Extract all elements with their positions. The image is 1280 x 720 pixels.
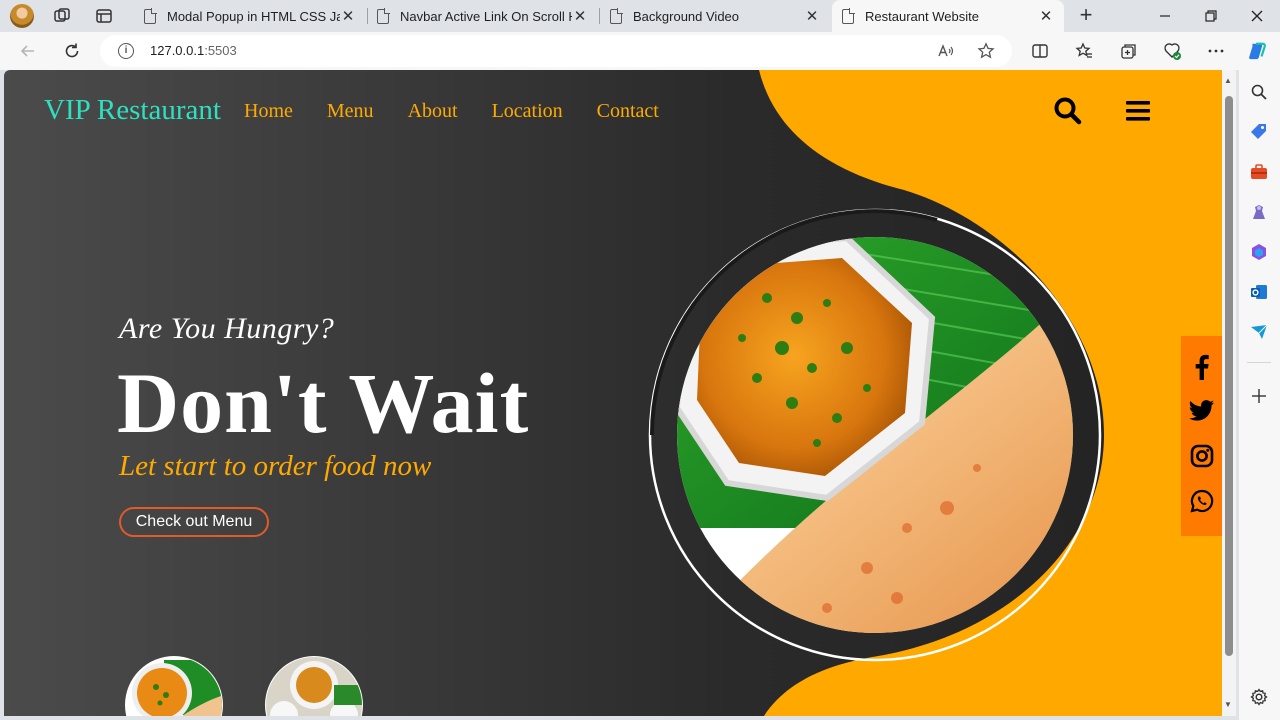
workspaces-icon[interactable] [52,6,72,26]
close-window-button[interactable] [1234,0,1280,32]
hero-tagline: Are You Hungry? [119,312,335,345]
collections-icon[interactable] [1118,41,1138,61]
main-nav: Home Menu About Location Contact [244,100,693,123]
sidebar-settings-gear-icon[interactable] [1249,687,1269,707]
close-tab-icon[interactable]: ✕ [1038,7,1054,25]
food-thumbnail-2[interactable] [264,655,364,716]
scrollbar-thumb[interactable] [1225,96,1233,656]
browser-tab-strip: Modal Popup in HTML CSS Java ✕ Navbar Ac… [0,0,1280,32]
address-bar[interactable]: i 127.0.0.1:5503 [100,35,1012,67]
page-scrollbar[interactable]: ▲ ▼ [1222,70,1236,716]
page-icon [610,7,623,24]
whatsapp-icon[interactable] [1189,488,1215,514]
check-out-menu-button[interactable]: Check out Menu [119,507,269,537]
add-sidebar-app-icon[interactable] [1249,386,1269,406]
games-icon[interactable] [1249,202,1269,222]
social-sidebar [1181,336,1222,536]
tab-background-video[interactable]: Background Video ✕ [600,0,830,32]
search-icon[interactable] [1249,82,1269,102]
favorite-star-icon[interactable] [976,41,996,61]
page-icon [377,7,390,24]
refresh-icon[interactable] [62,41,82,61]
restore-button[interactable] [1188,0,1234,32]
tab-title: Modal Popup in HTML CSS Java [167,8,340,24]
tools-briefcase-icon[interactable] [1249,162,1269,182]
search-icon[interactable] [1051,94,1085,128]
hero-subline: Let start to order food now [119,450,432,482]
close-tab-icon[interactable]: ✕ [572,7,588,25]
page-icon [144,7,157,24]
nav-link-menu[interactable]: Menu [327,100,374,123]
tab-title: Navbar Active Link On Scroll HT [400,8,572,24]
read-aloud-icon[interactable] [936,41,956,61]
nav-link-about[interactable]: About [408,100,458,123]
url-text[interactable]: 127.0.0.1:5503 [150,43,237,58]
outlook-icon[interactable] [1249,282,1269,302]
hero-food-image [648,208,1102,662]
profile-avatar[interactable] [10,4,34,28]
facebook-icon[interactable] [1189,354,1215,380]
instagram-icon[interactable] [1189,443,1215,469]
close-tab-icon[interactable]: ✕ [804,7,820,25]
tab-title: Restaurant Website [865,8,979,24]
nav-link-contact[interactable]: Contact [597,100,659,123]
tab-restaurant-website[interactable]: Restaurant Website ✕ [832,0,1064,32]
page-icon [842,7,855,24]
send-paper-plane-icon[interactable] [1249,322,1269,342]
back-arrow-icon[interactable] [18,41,38,61]
vertical-tabs-icon[interactable] [94,6,114,26]
tab-title: Background Video [633,8,740,24]
nav-link-home[interactable]: Home [244,100,293,123]
nav-link-location[interactable]: Location [492,100,563,123]
copilot-icon[interactable] [1247,41,1267,61]
site-info-icon[interactable]: i [118,43,134,59]
split-screen-icon[interactable] [1030,41,1050,61]
web-page: VIP Restaurant Home Menu About Location … [4,70,1222,716]
shopping-tag-icon[interactable] [1249,122,1269,142]
microsoft-365-icon[interactable] [1249,242,1269,262]
brand-logo[interactable]: VIP Restaurant [44,94,221,127]
more-options-icon[interactable] [1206,41,1226,61]
edge-sidebar [1238,70,1280,720]
new-tab-button[interactable]: + [1074,4,1098,28]
tab-navbar-active-link[interactable]: Navbar Active Link On Scroll HT ✕ [367,0,598,32]
food-thumbnail-1[interactable] [124,655,224,716]
scroll-down-arrow-icon[interactable]: ▼ [1224,700,1232,709]
twitter-icon[interactable] [1189,398,1215,424]
hero-headline: Don't Wait [117,355,530,451]
tab-modal-popup[interactable]: Modal Popup in HTML CSS Java ✕ [134,0,366,32]
browser-toolbar: i 127.0.0.1:5503 [0,32,1280,70]
minimize-button[interactable] [1142,0,1188,32]
hamburger-menu-icon[interactable] [1121,94,1155,128]
browser-essentials-icon[interactable] [1162,41,1182,61]
scroll-up-arrow-icon[interactable]: ▲ [1224,76,1232,85]
close-tab-icon[interactable]: ✕ [340,7,356,25]
favorites-icon[interactable] [1074,41,1094,61]
